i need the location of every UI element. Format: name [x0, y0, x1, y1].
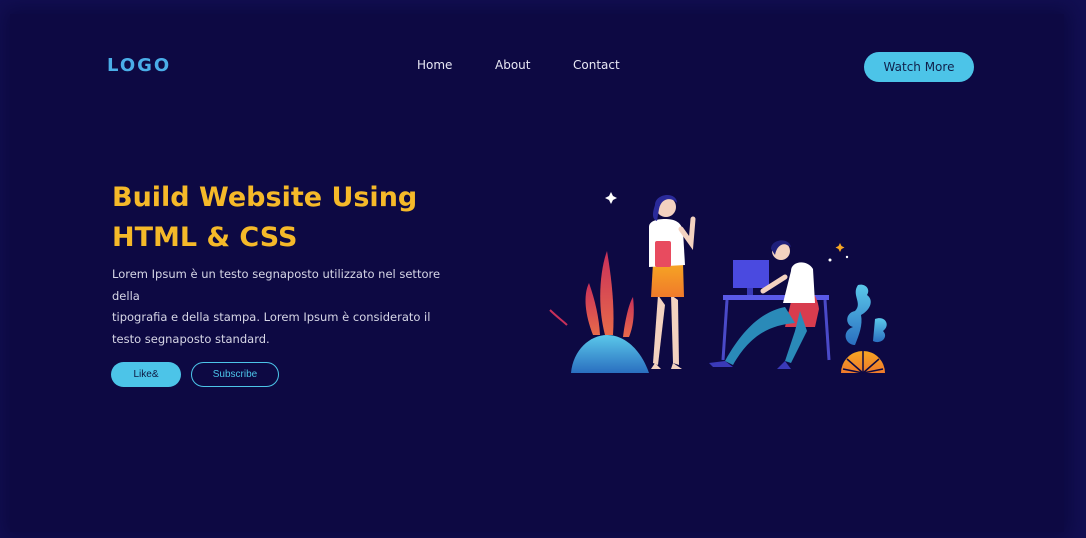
- nav-about-link[interactable]: About: [495, 58, 530, 72]
- nav-contact-link[interactable]: Contact: [573, 58, 620, 72]
- logo[interactable]: LOGO: [107, 55, 171, 76]
- hero-title: Build Website Using HTML & CSS: [112, 178, 492, 258]
- orange-sun-plant-icon: [841, 351, 885, 374]
- like-button[interactable]: Like&: [111, 362, 181, 387]
- hero-description: Lorem Ipsum è un testo segnaposto utiliz…: [112, 264, 462, 350]
- nav-home-link[interactable]: Home: [417, 58, 452, 72]
- office-people-illustration: [549, 192, 887, 374]
- sparkle-dot-icon: [845, 255, 849, 259]
- standing-woman-icon: [649, 194, 696, 369]
- hero-title-line: HTML & CSS: [112, 222, 298, 253]
- hero-description-line: Lorem Ipsum è un testo segnaposto utiliz…: [112, 267, 441, 303]
- subscribe-button[interactable]: Subscribe: [191, 362, 279, 387]
- blue-plant-icon: [845, 284, 887, 345]
- watch-more-button[interactable]: Watch More: [864, 52, 974, 82]
- sparkle-icon: [835, 243, 845, 252]
- hero-description-line: testo segnaposto standard.: [112, 331, 270, 346]
- red-plant-icon: [549, 251, 634, 337]
- hero-description-line: tipografia e della stampa. Lorem Ipsum è…: [112, 310, 431, 324]
- seated-man-at-desk-icon: [709, 240, 831, 369]
- hero-title-line: Build Website Using: [112, 182, 418, 213]
- sparkle-dot-icon: [828, 258, 832, 262]
- blue-mound-icon: [571, 335, 649, 373]
- sparkle-icon: [605, 192, 617, 204]
